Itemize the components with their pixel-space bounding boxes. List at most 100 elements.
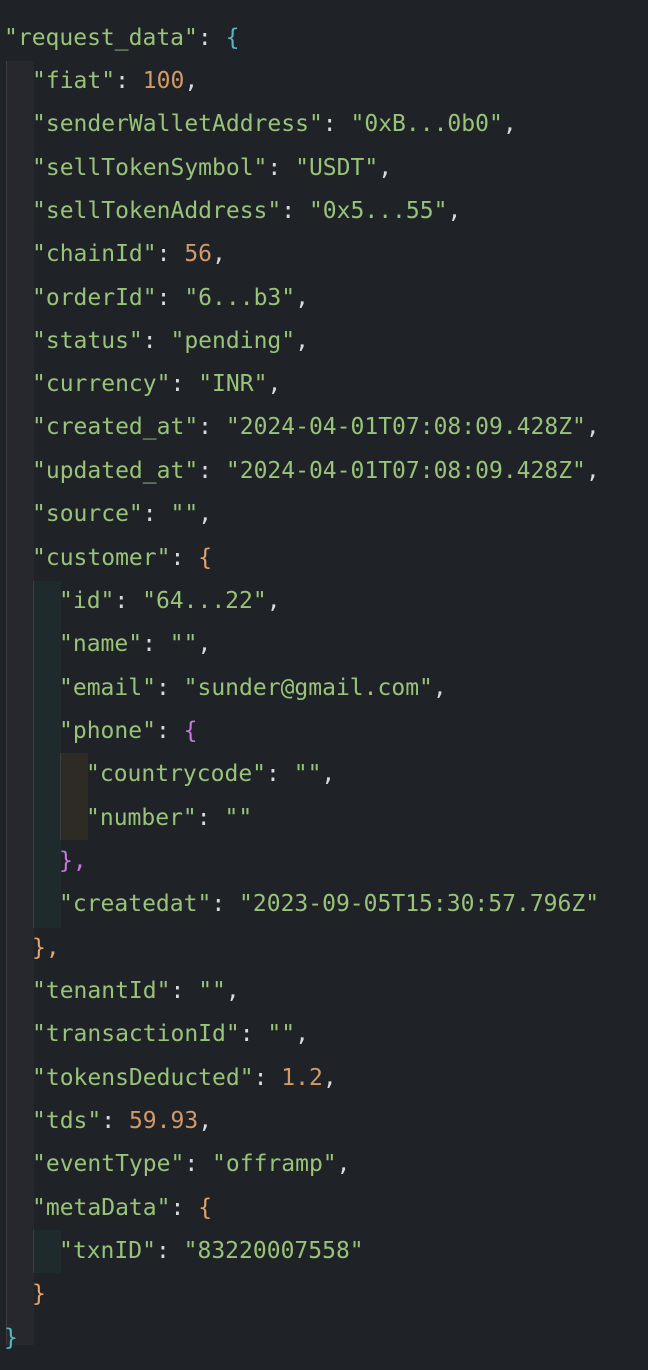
- code-line-customer-name: "name": "",: [59, 631, 212, 657]
- json-key: "metaData": [32, 1195, 171, 1221]
- json-value: "": [293, 761, 322, 787]
- code-line: "source": "",: [32, 501, 213, 527]
- code-line-phone-number: "number": "": [86, 805, 253, 831]
- code-line: "fiat": 100,: [32, 68, 199, 94]
- indent-guide-metadata: [33, 1230, 61, 1273]
- json-key: "sellTokenSymbol": [32, 154, 268, 181]
- code-line-root-close: }: [4, 1317, 18, 1360]
- code-line: "sellTokenSymbol": "USDT",: [32, 154, 393, 181]
- comma: ,: [198, 501, 213, 527]
- json-value: "83220007558": [183, 1238, 364, 1264]
- code-line: "currency": "INR",: [32, 371, 282, 398]
- close-brace: }: [32, 1281, 46, 1307]
- json-value: "2023-09-05T15:30:57.796Z": [239, 891, 600, 917]
- indent-guide-phone: [60, 753, 88, 840]
- comma: ,: [295, 284, 309, 311]
- json-value: "": [198, 978, 226, 1004]
- json-key: "id": [59, 588, 115, 614]
- json-value: "0xB...0b0": [350, 111, 503, 138]
- json-value: "": [267, 1021, 296, 1048]
- json-value: "offramp": [212, 1151, 337, 1178]
- json-value: "": [169, 631, 198, 657]
- json-key: "orderId": [32, 284, 157, 311]
- json-key: "number": [86, 805, 197, 831]
- comma: ,: [184, 68, 199, 94]
- json-value: "sunder@gmail.com": [183, 675, 433, 701]
- json-key: "currency": [32, 371, 171, 398]
- json-key: "created_at": [32, 414, 199, 441]
- json-key: "customer": [32, 545, 171, 571]
- json-key: "tokensDeducted": [32, 1064, 254, 1091]
- comma: ,: [225, 978, 240, 1004]
- code-line-customer-phone: "phone": {: [59, 718, 198, 744]
- json-value: "": [224, 805, 253, 831]
- code-line: "chainId": 56,: [32, 241, 226, 268]
- code-line-customer: "customer": {: [32, 545, 213, 571]
- json-value: "INR": [198, 371, 268, 398]
- comma: ,: [212, 241, 226, 268]
- comma: ,: [322, 1064, 337, 1091]
- code-line-customer-createdat: "createdat": "2023-09-05T15:30:57.796Z": [59, 891, 600, 917]
- json-key: "email": [59, 675, 156, 701]
- comma: ,: [585, 457, 600, 484]
- json-key: "name": [59, 631, 143, 657]
- json-key: "chainId": [32, 241, 157, 268]
- json-value: "6...b3": [184, 284, 296, 311]
- json-value: "USDT": [295, 154, 379, 181]
- code-line-txnid: "txnID": "83220007558": [59, 1238, 364, 1264]
- code-line-phone-countrycode: "countrycode": "",: [86, 761, 336, 787]
- comma: ,: [447, 197, 462, 224]
- indent-guide-customer: [33, 581, 61, 928]
- open-brace: {: [198, 1195, 213, 1221]
- comma: ,: [378, 154, 393, 181]
- comma: ,: [585, 414, 600, 441]
- comma: ,: [198, 1107, 213, 1134]
- close-brace: },: [59, 848, 87, 874]
- json-value: 1.2: [281, 1064, 323, 1091]
- code-line: "eventType": "offramp",: [32, 1151, 351, 1178]
- open-brace: {: [225, 25, 240, 51]
- json-key: "tds": [32, 1107, 102, 1134]
- code-line-customer-email: "email": "sunder@gmail.com",: [59, 675, 447, 701]
- code-line: "tenantId": "",: [32, 978, 240, 1004]
- code-line-metadata: "metaData": {: [32, 1195, 213, 1221]
- code-line: "orderId": "6...b3",: [32, 284, 309, 311]
- close-brace: },: [32, 935, 60, 961]
- code-line-request-data: "request_data": {: [4, 25, 240, 51]
- json-value: "pending": [170, 327, 296, 354]
- json-value: "2024-04-01T07:08:09.428Z": [225, 414, 586, 441]
- code-line-customer-close: },: [32, 927, 60, 970]
- json-key: "countrycode": [86, 761, 267, 787]
- json-value: "": [170, 501, 199, 527]
- comma: ,: [502, 111, 517, 138]
- json-key: "tenantId": [32, 978, 171, 1004]
- code-line: "tds": 59.93,: [32, 1107, 213, 1134]
- code-line: "updated_at": "2024-04-01T07:08:09.428Z"…: [32, 457, 600, 484]
- json-code-editor[interactable]: "request_data": { "fiat": 100, "senderWal…: [0, 0, 648, 1370]
- comma: ,: [267, 371, 282, 398]
- json-key: "createdat": [59, 891, 212, 917]
- close-brace: }: [4, 1325, 18, 1351]
- json-key: "source": [32, 501, 143, 527]
- comma: ,: [295, 1021, 309, 1048]
- code-line: "status": "pending",: [32, 327, 309, 354]
- code-line-metadata-close: }: [32, 1273, 46, 1316]
- json-value: "64...22": [142, 588, 267, 614]
- json-key: "phone": [59, 718, 156, 744]
- open-brace: {: [183, 718, 198, 744]
- code-line-phone-close: },: [59, 840, 87, 883]
- code-line: "transactionId": "",: [32, 1021, 309, 1048]
- json-key: "transactionId": [32, 1021, 240, 1048]
- json-key: "senderWalletAddress": [32, 111, 323, 138]
- json-key: "request_data": [4, 25, 198, 51]
- json-value: "0x5...55": [308, 197, 448, 224]
- json-value: "2024-04-01T07:08:09.428Z": [225, 457, 586, 484]
- json-key: "status": [32, 327, 143, 354]
- comma: ,: [336, 1151, 351, 1178]
- json-key: "eventType": [32, 1151, 185, 1178]
- json-value: 56: [184, 241, 213, 268]
- json-key: "sellTokenAddress": [32, 197, 282, 224]
- json-value: 59.93: [128, 1107, 199, 1134]
- code-line: "sellTokenAddress": "0x5...55",: [32, 197, 462, 224]
- code-line-customer-id: "id": "64...22",: [59, 588, 281, 614]
